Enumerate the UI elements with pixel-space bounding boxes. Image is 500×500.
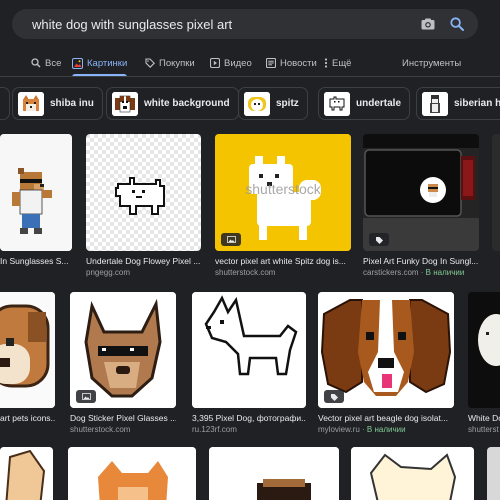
tab-news[interactable]: Новости (266, 50, 317, 76)
result-title[interactable]: Vector pixel art beagle dog isolat... (318, 413, 454, 423)
result-title[interactable]: Undertale Dog Flowey Pixel ... (86, 256, 201, 266)
result-image[interactable] (487, 447, 500, 500)
result-card[interactable] (351, 447, 474, 500)
result-card[interactable]: White Do shutterst (468, 292, 500, 434)
result-title[interactable]: In Sunglasses S... (0, 256, 72, 266)
search-icon (31, 58, 41, 68)
result-title[interactable]: 3,395 Pixel Dog, фотографи... (192, 413, 306, 423)
result-card[interactable] (209, 447, 339, 500)
result-card[interactable] (492, 134, 500, 276)
search-bar[interactable]: white dog with sunglasses pixel art (12, 9, 478, 39)
chip-label: white background (144, 98, 230, 109)
result-source: myloview.ru · В наличии (318, 425, 406, 434)
result-card[interactable]: Vector pixel art beagle dog isolat... my… (318, 292, 454, 434)
image-icon (72, 57, 83, 69)
result-image[interactable] (351, 447, 474, 500)
result-image[interactable] (70, 292, 176, 408)
result-title[interactable]: White Do (468, 413, 500, 423)
chip-thumbnail (244, 91, 270, 116)
result-image[interactable] (492, 134, 500, 251)
result-image[interactable] (209, 447, 339, 500)
tab-all[interactable]: Все (31, 50, 61, 76)
result-image[interactable] (0, 292, 55, 408)
result-source: shutterst (468, 425, 499, 434)
play-icon (210, 58, 220, 68)
result-image[interactable] (363, 134, 479, 251)
result-title[interactable]: Dog Sticker Pixel Glasses ... (70, 413, 176, 423)
chip-label: undertale (356, 98, 402, 109)
result-image[interactable] (86, 134, 201, 251)
chip-white-background[interactable]: white background (106, 87, 239, 120)
tab-shopping[interactable]: Покупки (145, 50, 195, 76)
result-card[interactable]: Dog Sticker Pixel Glasses ... shuttersto… (70, 292, 176, 434)
result-image[interactable] (318, 292, 454, 408)
chip-label: shiba inu (50, 98, 94, 109)
tools-label: Инструменты (402, 57, 462, 69)
chip-spitz[interactable]: spitz (238, 87, 308, 120)
result-source: carstickers.com · В наличии (363, 268, 465, 277)
tab-images[interactable]: Картинки (72, 50, 128, 77)
tab-shopping-label: Покупки (159, 57, 195, 69)
result-source: shutterstock.com (215, 268, 276, 277)
result-image[interactable] (192, 292, 306, 408)
result-card[interactable]: Pixel Art Funky Dog In Sungl... carstick… (363, 134, 479, 277)
tab-video-label: Видео (224, 57, 252, 69)
chip-thumbnail (422, 91, 448, 116)
result-image[interactable] (0, 134, 72, 251)
result-card[interactable]: 3,395 Pixel Dog, фотографи... ru.123rf.c… (192, 292, 306, 434)
tag-icon (145, 58, 155, 68)
chip-undertale[interactable]: undertale (318, 87, 411, 120)
chip-label: siberian hu (454, 98, 500, 109)
result-source: ru.123rf.com (192, 425, 237, 434)
chip-shiba-inu[interactable]: shiba inu (12, 87, 103, 120)
tab-news-label: Новости (280, 57, 317, 69)
result-image[interactable] (0, 447, 53, 500)
result-title[interactable]: vector pixel art white Spitz dog is... (215, 256, 351, 266)
chip-partial[interactable] (0, 87, 10, 120)
related-chips: shiba inu white background spitz underta… (0, 87, 500, 120)
more-vertical-icon (324, 58, 328, 68)
tab-video[interactable]: Видео (210, 50, 252, 76)
camera-icon[interactable] (415, 11, 441, 37)
tools-button[interactable]: Инструменты (402, 50, 461, 76)
tab-all-label: Все (45, 57, 62, 69)
result-image[interactable]: shutterstock (215, 134, 351, 251)
result-image[interactable] (468, 292, 500, 408)
result-card[interactable] (0, 447, 53, 500)
search-tabs: Все Картинки Покупки Видео Новости Ещё И… (0, 50, 500, 77)
result-title[interactable]: art pets icons... (0, 413, 55, 423)
chip-thumbnail (18, 91, 44, 116)
tab-more-label: Ещё (332, 57, 352, 69)
result-card[interactable]: shutterstock vector pixel art white Spit… (215, 134, 351, 277)
chip-label: spitz (276, 98, 299, 109)
result-card[interactable]: Undertale Dog Flowey Pixel ... pngegg.co… (86, 134, 201, 277)
chip-siberian-husky[interactable]: siberian hu (416, 87, 500, 120)
result-source: pngegg.com (86, 268, 131, 277)
watermark-text: shutterstock (245, 181, 321, 197)
tab-more[interactable]: Ещё (324, 50, 351, 76)
result-card[interactable]: art pets icons... (0, 292, 55, 434)
search-input[interactable]: white dog with sunglasses pixel art (12, 17, 415, 32)
image-badge-icon (76, 390, 96, 403)
tabs-divider (0, 76, 500, 77)
result-source: shutterstock.com (70, 425, 131, 434)
tag-badge-icon (324, 390, 344, 403)
result-title[interactable]: Pixel Art Funky Dog In Sungl... (363, 256, 479, 266)
result-image[interactable] (68, 447, 196, 500)
result-card[interactable] (68, 447, 196, 500)
result-card[interactable] (487, 447, 500, 500)
chip-thumbnail (112, 91, 138, 116)
tag-badge-icon (369, 233, 389, 246)
image-badge-icon (221, 233, 241, 246)
chip-thumbnail (324, 91, 350, 116)
result-card[interactable]: In Sunglasses S... (0, 134, 72, 276)
search-icon[interactable] (444, 11, 470, 37)
news-icon (266, 58, 276, 68)
tab-images-label: Картинки (87, 57, 128, 69)
